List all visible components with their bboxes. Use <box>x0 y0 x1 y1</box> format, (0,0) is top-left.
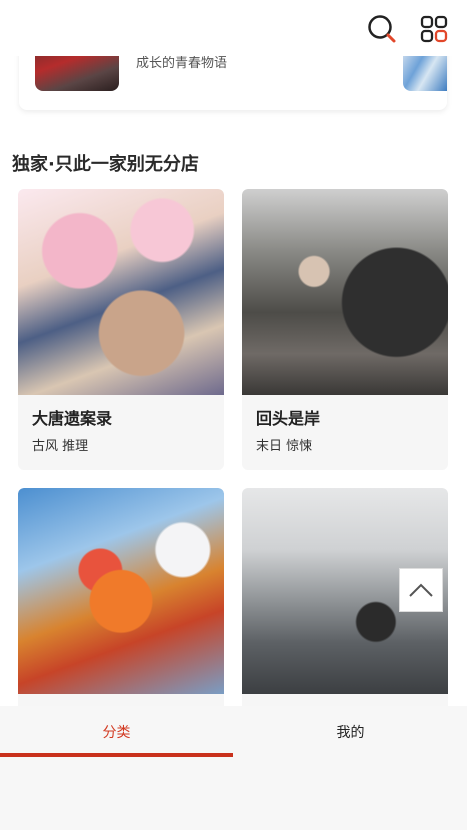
comic-tags: 末日 惊悚 <box>256 439 313 454</box>
comic-cover <box>18 189 224 395</box>
comic-card[interactable]: 回头是岸 末日 惊悚 <box>242 189 448 470</box>
grid-icon <box>420 15 448 43</box>
apps-button[interactable] <box>419 14 449 44</box>
comic-tags: 古风 推理 <box>32 439 89 454</box>
search-button[interactable] <box>367 14 397 44</box>
comic-home-page: 成长的青春物语 独家·只此一家别无分店 大唐遗案录 古风 推理 回头是岸 末日 … <box>0 0 467 830</box>
comic-cover <box>242 189 448 395</box>
top-bar <box>0 0 467 56</box>
bottom-tab-bar: 分类 我的 <box>0 706 467 830</box>
comic-cover <box>18 488 224 694</box>
comic-title: 大唐遗案录 <box>32 409 113 428</box>
chevron-up-icon <box>409 583 433 597</box>
back-to-top-button[interactable] <box>399 568 443 612</box>
tab-mine[interactable]: 我的 <box>234 706 467 758</box>
tab-category[interactable]: 分类 <box>0 706 233 758</box>
comic-title: 回头是岸 <box>256 409 321 428</box>
active-tab-indicator <box>0 753 233 757</box>
search-icon <box>368 15 396 43</box>
section-title: 独家·只此一家别无分店 <box>12 154 199 175</box>
comic-card[interactable]: 大唐遗案录 古风 推理 <box>18 189 224 470</box>
